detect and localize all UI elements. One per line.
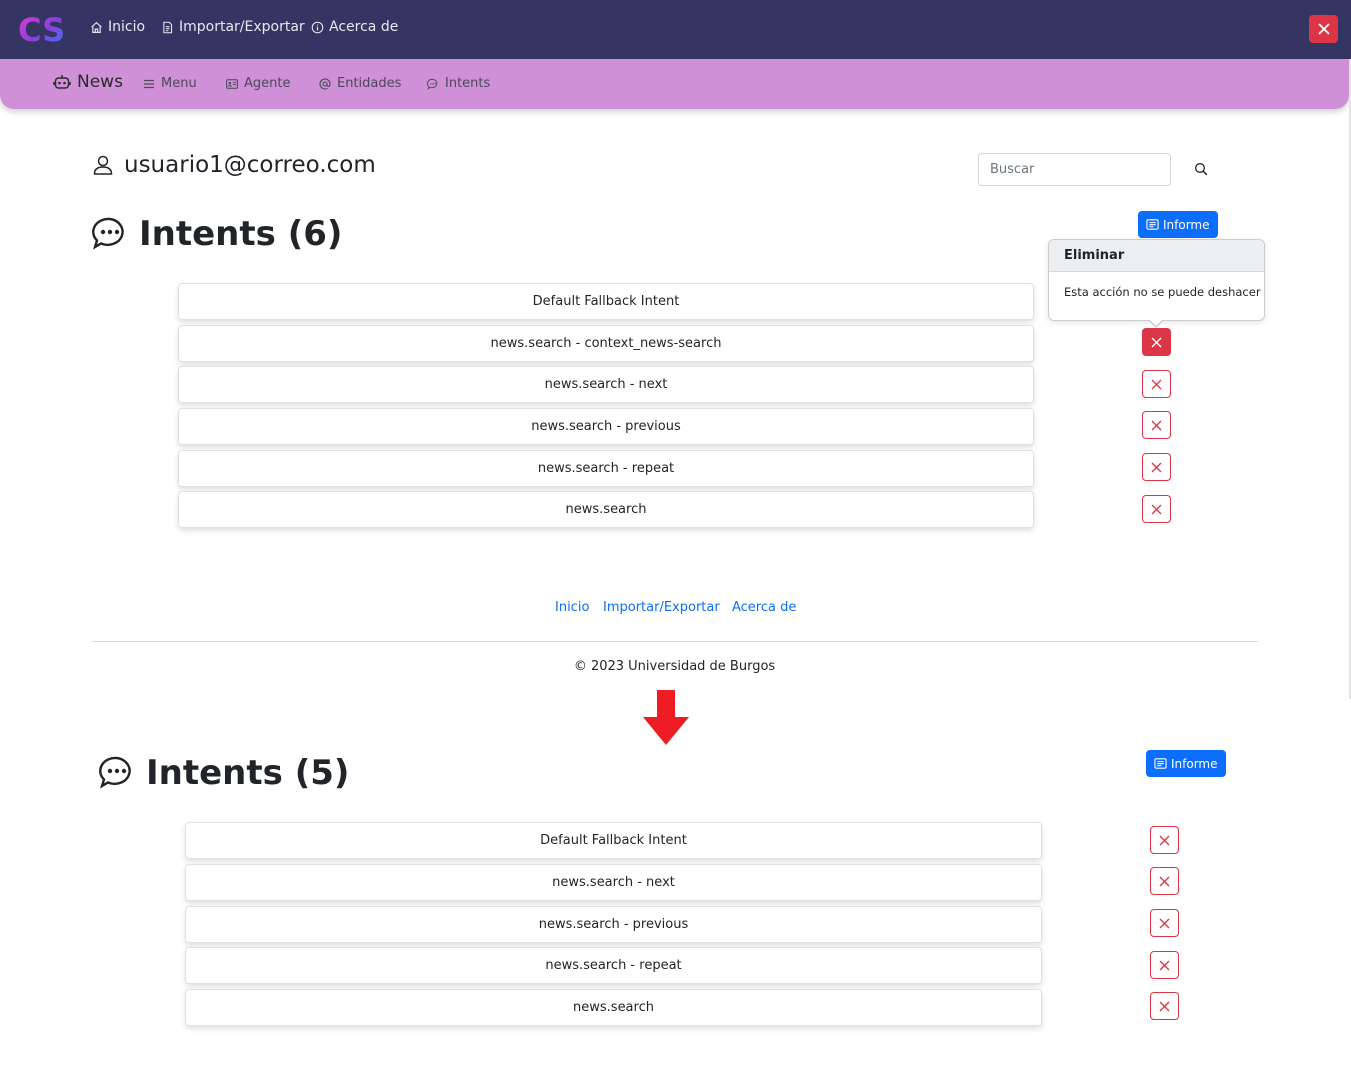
popover-title: Eliminar	[1049, 240, 1264, 272]
robot-icon	[53, 75, 71, 89]
subnav-label: Intents	[445, 76, 491, 91]
nav-link-importar-exportar[interactable]: Importar/Exportar	[161, 19, 305, 35]
search-button[interactable]	[1188, 156, 1214, 182]
close-icon	[1317, 23, 1330, 35]
delete-intent-button[interactable]	[1150, 909, 1179, 937]
intent-item[interactable]: Default Fallback Intent	[178, 283, 1034, 320]
informe-button[interactable]: Informe	[1146, 750, 1226, 777]
report-icon	[1146, 219, 1159, 230]
delete-intent-button[interactable]	[1150, 826, 1179, 854]
nav-link-label: Acerca de	[329, 19, 399, 35]
intent-item[interactable]: news.search	[178, 491, 1034, 528]
chat-dots-icon	[92, 217, 124, 250]
page-title: Intents (6)	[139, 214, 343, 254]
delete-intent-button[interactable]	[1150, 867, 1179, 895]
delete-intent-button[interactable]	[1150, 951, 1179, 979]
agent-name: News	[77, 72, 123, 92]
delete-intent-button[interactable]	[1142, 495, 1171, 523]
top-navbar: CS Inicio Importar/Exportar Acerca de	[0, 0, 1351, 59]
intent-item[interactable]: news.search - previous	[185, 906, 1042, 943]
delete-intent-button[interactable]	[1150, 992, 1179, 1020]
intent-item[interactable]: news.search - repeat	[185, 947, 1042, 984]
intent-item[interactable]: news.search - next	[185, 864, 1042, 901]
intent-item[interactable]: news.search - context_news-search	[178, 325, 1034, 362]
agent-brand[interactable]: News	[53, 72, 123, 92]
close-icon	[1159, 876, 1170, 886]
search-icon	[1195, 163, 1208, 176]
close-icon	[1151, 420, 1162, 430]
logo-text: CS	[18, 12, 65, 48]
chat-dots-icon	[427, 78, 438, 90]
intent-item[interactable]: news.search	[185, 989, 1042, 1026]
at-sign-icon	[319, 77, 331, 89]
close-button[interactable]	[1309, 15, 1338, 43]
user-email: usuario1@correo.com	[124, 152, 376, 178]
person-icon	[93, 155, 113, 175]
footer-link-acerca-de[interactable]: Acerca de	[732, 600, 796, 615]
id-card-icon	[226, 78, 238, 89]
search-input[interactable]	[978, 153, 1171, 186]
footer-divider	[92, 641, 1258, 642]
copyright: © 2023 Universidad de Burgos	[573, 659, 776, 674]
subnav-entidades[interactable]: Entidades	[319, 76, 401, 91]
subnav-menu[interactable]: Menu	[143, 76, 197, 91]
close-icon	[1159, 835, 1170, 845]
app-logo[interactable]: CS	[17, 12, 75, 48]
close-icon	[1151, 462, 1162, 472]
delete-confirm-popover: Eliminar Esta acción no se puede deshace…	[1048, 239, 1265, 328]
home-icon	[91, 21, 102, 33]
report-icon	[1154, 758, 1167, 769]
footer-link-importar-exportar[interactable]: Importar/Exportar	[603, 600, 720, 615]
nav-link-inicio[interactable]: Inicio	[90, 19, 145, 35]
close-icon	[1159, 918, 1170, 928]
close-icon	[1159, 960, 1170, 970]
subnav-label: Entidades	[337, 76, 402, 91]
chat-dots-icon	[99, 756, 131, 789]
list-icon	[144, 79, 154, 88]
informe-label: Informe	[1171, 756, 1218, 771]
nav-link-acerca-de[interactable]: Acerca de	[311, 19, 398, 35]
close-icon	[1151, 504, 1162, 514]
subnav-intents[interactable]: Intents	[427, 76, 490, 91]
popover-arrow	[1149, 320, 1163, 328]
file-icon	[163, 21, 173, 33]
subnav-agente[interactable]: Agente	[226, 76, 290, 91]
intent-item[interactable]: news.search - previous	[178, 408, 1034, 445]
close-icon	[1159, 1001, 1170, 1011]
delete-intent-button[interactable]	[1142, 453, 1171, 481]
informe-button[interactable]: Informe	[1138, 211, 1218, 238]
intent-item[interactable]: Default Fallback Intent	[185, 822, 1042, 859]
nav-link-label: Importar/Exportar	[179, 19, 305, 35]
close-icon	[1151, 337, 1162, 347]
informe-label: Informe	[1163, 217, 1210, 232]
intents-title-after: Intents (5)	[98, 753, 349, 793]
arrow-down-icon	[643, 690, 689, 745]
user-header: usuario1@correo.com	[92, 152, 376, 178]
popover-body[interactable]: Esta acción no se puede deshacer	[1049, 272, 1264, 312]
nav-link-label: Inicio	[108, 19, 146, 35]
intents-title-before: Intents (6)	[91, 214, 342, 254]
subnav-label: Menu	[161, 76, 197, 91]
intent-item[interactable]: news.search - next	[178, 366, 1034, 403]
intent-item[interactable]: news.search - repeat	[178, 450, 1034, 487]
footer-link-inicio[interactable]: Inicio	[555, 600, 589, 615]
delete-intent-button[interactable]	[1142, 328, 1171, 356]
close-icon	[1151, 379, 1162, 389]
info-icon	[311, 21, 324, 33]
subnav-label: Agente	[244, 76, 291, 91]
delete-intent-button[interactable]	[1142, 370, 1171, 398]
delete-intent-button[interactable]	[1142, 411, 1171, 439]
page-title: Intents (5)	[146, 753, 350, 793]
agent-navbar: News Menu Agente Entidades Intents	[0, 59, 1349, 109]
